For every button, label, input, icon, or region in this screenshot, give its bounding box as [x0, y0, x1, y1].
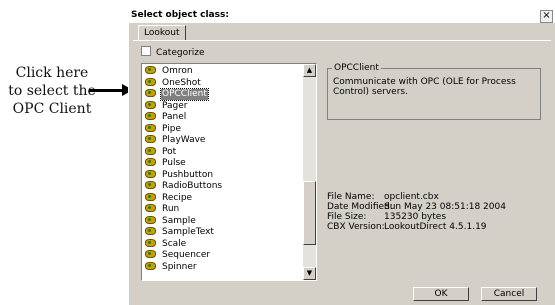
list-item-label: Sample: [162, 215, 196, 226]
list-item[interactable]: OPCClient: [144, 88, 209, 101]
object-class-icon: [144, 77, 156, 86]
date-modified-label: Date Modified:: [327, 202, 393, 212]
object-class-icon: [144, 88, 156, 97]
object-class-icon: [144, 192, 156, 201]
list-item-label: RadioButtons: [162, 181, 223, 191]
callout-line-1: Click here: [15, 65, 89, 81]
list-item-label: Run: [162, 204, 180, 214]
object-class-icon: [144, 249, 156, 258]
list-item-label: Spinner: [162, 261, 197, 272]
list-item[interactable]: Recipe: [144, 192, 193, 203]
tab-pane-border: [133, 40, 551, 41]
cbx-version-label: CBX Version:: [327, 222, 385, 232]
list-item[interactable]: Pot: [144, 146, 177, 157]
categorize-checkbox-row[interactable]: Categorize: [141, 46, 205, 58]
object-class-icon: [144, 238, 156, 247]
object-class-icon: [144, 226, 156, 235]
list-item-label: OPCClient: [160, 88, 209, 101]
list-item[interactable]: Spinner: [144, 261, 198, 272]
file-name-row: File Name: opclient.cbx: [327, 192, 506, 202]
close-button[interactable]: ×: [540, 10, 553, 23]
scroll-down-button[interactable]: ▼: [303, 267, 316, 280]
description-text: Communicate with OPC (OLE for Process Co…: [333, 77, 516, 97]
list-item[interactable]: Pulse: [144, 157, 187, 168]
object-class-icon: [144, 146, 156, 155]
list-item-label: Panel: [162, 112, 187, 122]
list-item-label: Recipe: [162, 192, 193, 203]
categorize-checkbox[interactable]: [141, 46, 151, 56]
object-class-icon: [144, 65, 156, 74]
list-scrollbar[interactable]: ▲ ▼: [303, 64, 316, 280]
cbx-version-value: LookoutDirect 4.5.1.19: [384, 222, 487, 232]
file-size-value: 135230 bytes: [384, 212, 447, 222]
object-class-icon: [144, 111, 156, 120]
object-class-icon: [144, 203, 156, 212]
cbx-version-row: CBX Version:LookoutDirect 4.5.1.19: [327, 222, 506, 232]
list-item[interactable]: Pushbutton: [144, 169, 214, 180]
object-class-icon: [144, 169, 156, 178]
list-item-label: SampleText: [162, 227, 214, 237]
file-name-label: File Name:: [327, 192, 375, 202]
list-item[interactable]: Pager: [144, 100, 189, 111]
file-size-row: File Size: 135230 bytes: [327, 212, 506, 222]
list-item[interactable]: Scale: [144, 238, 187, 249]
list-item-label: Pushbutton: [162, 169, 214, 180]
ok-button[interactable]: OK: [413, 287, 469, 301]
list-item-label: Sequencer: [162, 250, 211, 260]
list-item-label: Pipe: [162, 123, 181, 134]
list-item[interactable]: Omron: [144, 65, 194, 76]
list-item-label: OneShot: [162, 77, 201, 88]
date-modified-value: Sun May 23 08:51:18 2004: [384, 202, 506, 212]
object-class-icon: [144, 261, 156, 270]
list-item[interactable]: SampleText: [144, 226, 215, 237]
select-object-class-dialog: Select object class: × Lookout Categoriz…: [128, 8, 555, 305]
dialog-titlebar[interactable]: Select object class: ×: [129, 9, 555, 23]
list-item-label: Omron: [162, 66, 193, 76]
list-item-label: Scale: [162, 238, 187, 249]
description-group-title: OPCClient: [332, 63, 381, 73]
object-class-list[interactable]: Omron OneShot OPCClient Pager Panel Pipe PlayW…: [141, 63, 317, 281]
list-item[interactable]: PlayWave: [144, 134, 206, 145]
object-class-icon: [144, 215, 156, 224]
object-class-icon: [144, 180, 156, 189]
object-class-icon: [144, 134, 156, 143]
tab-lookout[interactable]: Lookout: [138, 25, 186, 41]
file-info: File Name: opclient.cbx Date Modified:Sun…: [327, 192, 506, 232]
list-item-label: Pulse: [162, 158, 186, 168]
object-class-icon: [144, 123, 156, 132]
scroll-up-button[interactable]: ▲: [303, 64, 316, 77]
list-item[interactable]: Pipe: [144, 123, 182, 134]
cancel-button[interactable]: Cancel: [481, 287, 537, 301]
list-item[interactable]: Run: [144, 203, 180, 214]
object-class-icon: [144, 100, 156, 109]
callout-line-3: OPC Client: [12, 101, 92, 117]
file-name-value: opclient.cbx: [384, 192, 439, 202]
scroll-thumb[interactable]: [303, 181, 316, 245]
dialog-title: Select object class:: [131, 10, 229, 20]
list-item-label: Pager: [162, 100, 188, 111]
object-class-icon: [144, 157, 156, 166]
date-modified-row: Date Modified:Sun May 23 08:51:18 2004: [327, 202, 506, 212]
list-item[interactable]: Panel: [144, 111, 187, 122]
list-item[interactable]: Sequencer: [144, 249, 211, 260]
categorize-label: Categorize: [156, 48, 205, 58]
list-item[interactable]: OneShot: [144, 77, 202, 88]
description-group: OPCClient Communicate with OPC (OLE for …: [327, 63, 541, 120]
list-item[interactable]: Sample: [144, 215, 197, 226]
list-item-label: Pot: [162, 146, 177, 157]
file-size-label: File Size:: [327, 212, 367, 222]
list-item-label: PlayWave: [162, 135, 206, 145]
list-item[interactable]: RadioButtons: [144, 180, 223, 191]
